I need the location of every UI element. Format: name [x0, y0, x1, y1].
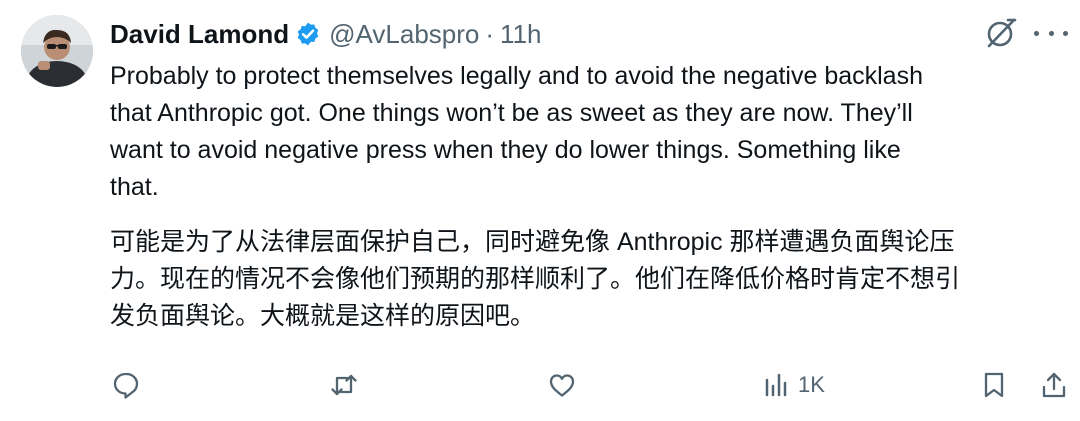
grok-icon[interactable]	[984, 16, 1018, 50]
views-count: 1K	[798, 372, 825, 397]
post-text-line: Probably to protect themselves legally a…	[110, 62, 923, 90]
author-handle[interactable]: @AvLabspro	[329, 19, 479, 50]
views-button[interactable]: 1K	[762, 370, 825, 400]
post-timestamp[interactable]: 11h	[500, 19, 541, 50]
post-text-line: that.	[110, 173, 159, 201]
post-text-english: Probably to protect themselves legally a…	[110, 58, 1060, 206]
like-icon	[549, 374, 575, 397]
post-text-line: that Anthropic got. One things won’t be …	[110, 99, 913, 127]
author-name[interactable]: David Lamond	[110, 19, 289, 50]
reply-icon	[113, 372, 139, 399]
like-button[interactable]	[547, 370, 577, 400]
separator-dot: ·	[485, 18, 495, 49]
post-text-line: 可能是为了从法律层面保护自己，同时避免像 Anthropic 那样遭遇负面舆论压	[110, 228, 955, 256]
action-bar: 1K	[0, 360, 1080, 410]
tweet: David Lamond @AvLabspro · 11h Probably t…	[0, 0, 1080, 421]
tweet-header: David Lamond @AvLabspro · 11h	[110, 16, 542, 52]
verified-badge-icon	[297, 22, 319, 46]
post-text-chinese: 可能是为了从法律层面保护自己，同时避免像 Anthropic 那样遭遇负面舆论压…	[110, 224, 1060, 335]
post-text-line: 力。现在的情况不会像他们预期的那样顺利了。他们在降低价格时肯定不想引	[110, 265, 961, 293]
more-options-icon[interactable]	[1034, 20, 1068, 46]
avatar[interactable]	[21, 15, 93, 87]
share-icon	[1042, 372, 1066, 398]
bookmark-button[interactable]	[979, 370, 1009, 400]
views-icon	[765, 373, 787, 397]
reply-button[interactable]	[111, 370, 141, 400]
share-button[interactable]	[1039, 370, 1069, 400]
bookmark-icon	[984, 372, 1004, 398]
post-text-line: want to avoid negative press when they d…	[110, 136, 901, 164]
repost-icon	[331, 374, 357, 396]
repost-button[interactable]	[329, 370, 359, 400]
post-text-line: 发负面舆论。大概就是这样的原因吧。	[110, 302, 536, 330]
